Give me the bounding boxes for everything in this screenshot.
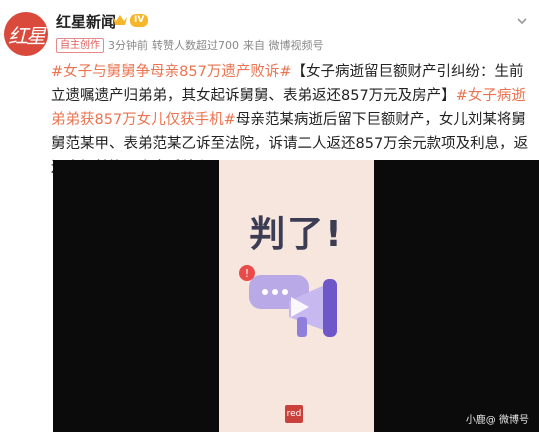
- video-headline: 判了!: [249, 214, 344, 255]
- original-badge: 自主创作: [56, 37, 104, 53]
- channel-logo: red: [285, 405, 303, 423]
- post-meta: 自主创作 3分钟前 转赞人数超过700 来自 微博视频号: [56, 37, 324, 53]
- account-name[interactable]: 红星新闻: [56, 11, 116, 32]
- crown-icon: [113, 15, 127, 25]
- repost-info: 转赞人数超过700: [152, 39, 239, 52]
- hashtag-link[interactable]: #女子与舅舅争母亲857万遗产败诉#: [51, 64, 291, 80]
- video-poster[interactable]: 判了! ! red: [219, 160, 374, 432]
- post-source[interactable]: 来自 微博视频号: [243, 37, 324, 53]
- watermark: 小鹿@ 微博号: [465, 415, 529, 426]
- vip-badge[interactable]: IV: [112, 13, 149, 27]
- level-badge: IV: [130, 13, 149, 27]
- svg-text:!: !: [245, 267, 249, 280]
- chevron-down-icon[interactable]: [515, 14, 529, 28]
- avatar[interactable]: 红星: [4, 12, 48, 56]
- post-time: 3分钟前: [108, 39, 148, 52]
- megaphone-illustration: !: [239, 265, 337, 337]
- avatar-text: 红星: [8, 23, 46, 48]
